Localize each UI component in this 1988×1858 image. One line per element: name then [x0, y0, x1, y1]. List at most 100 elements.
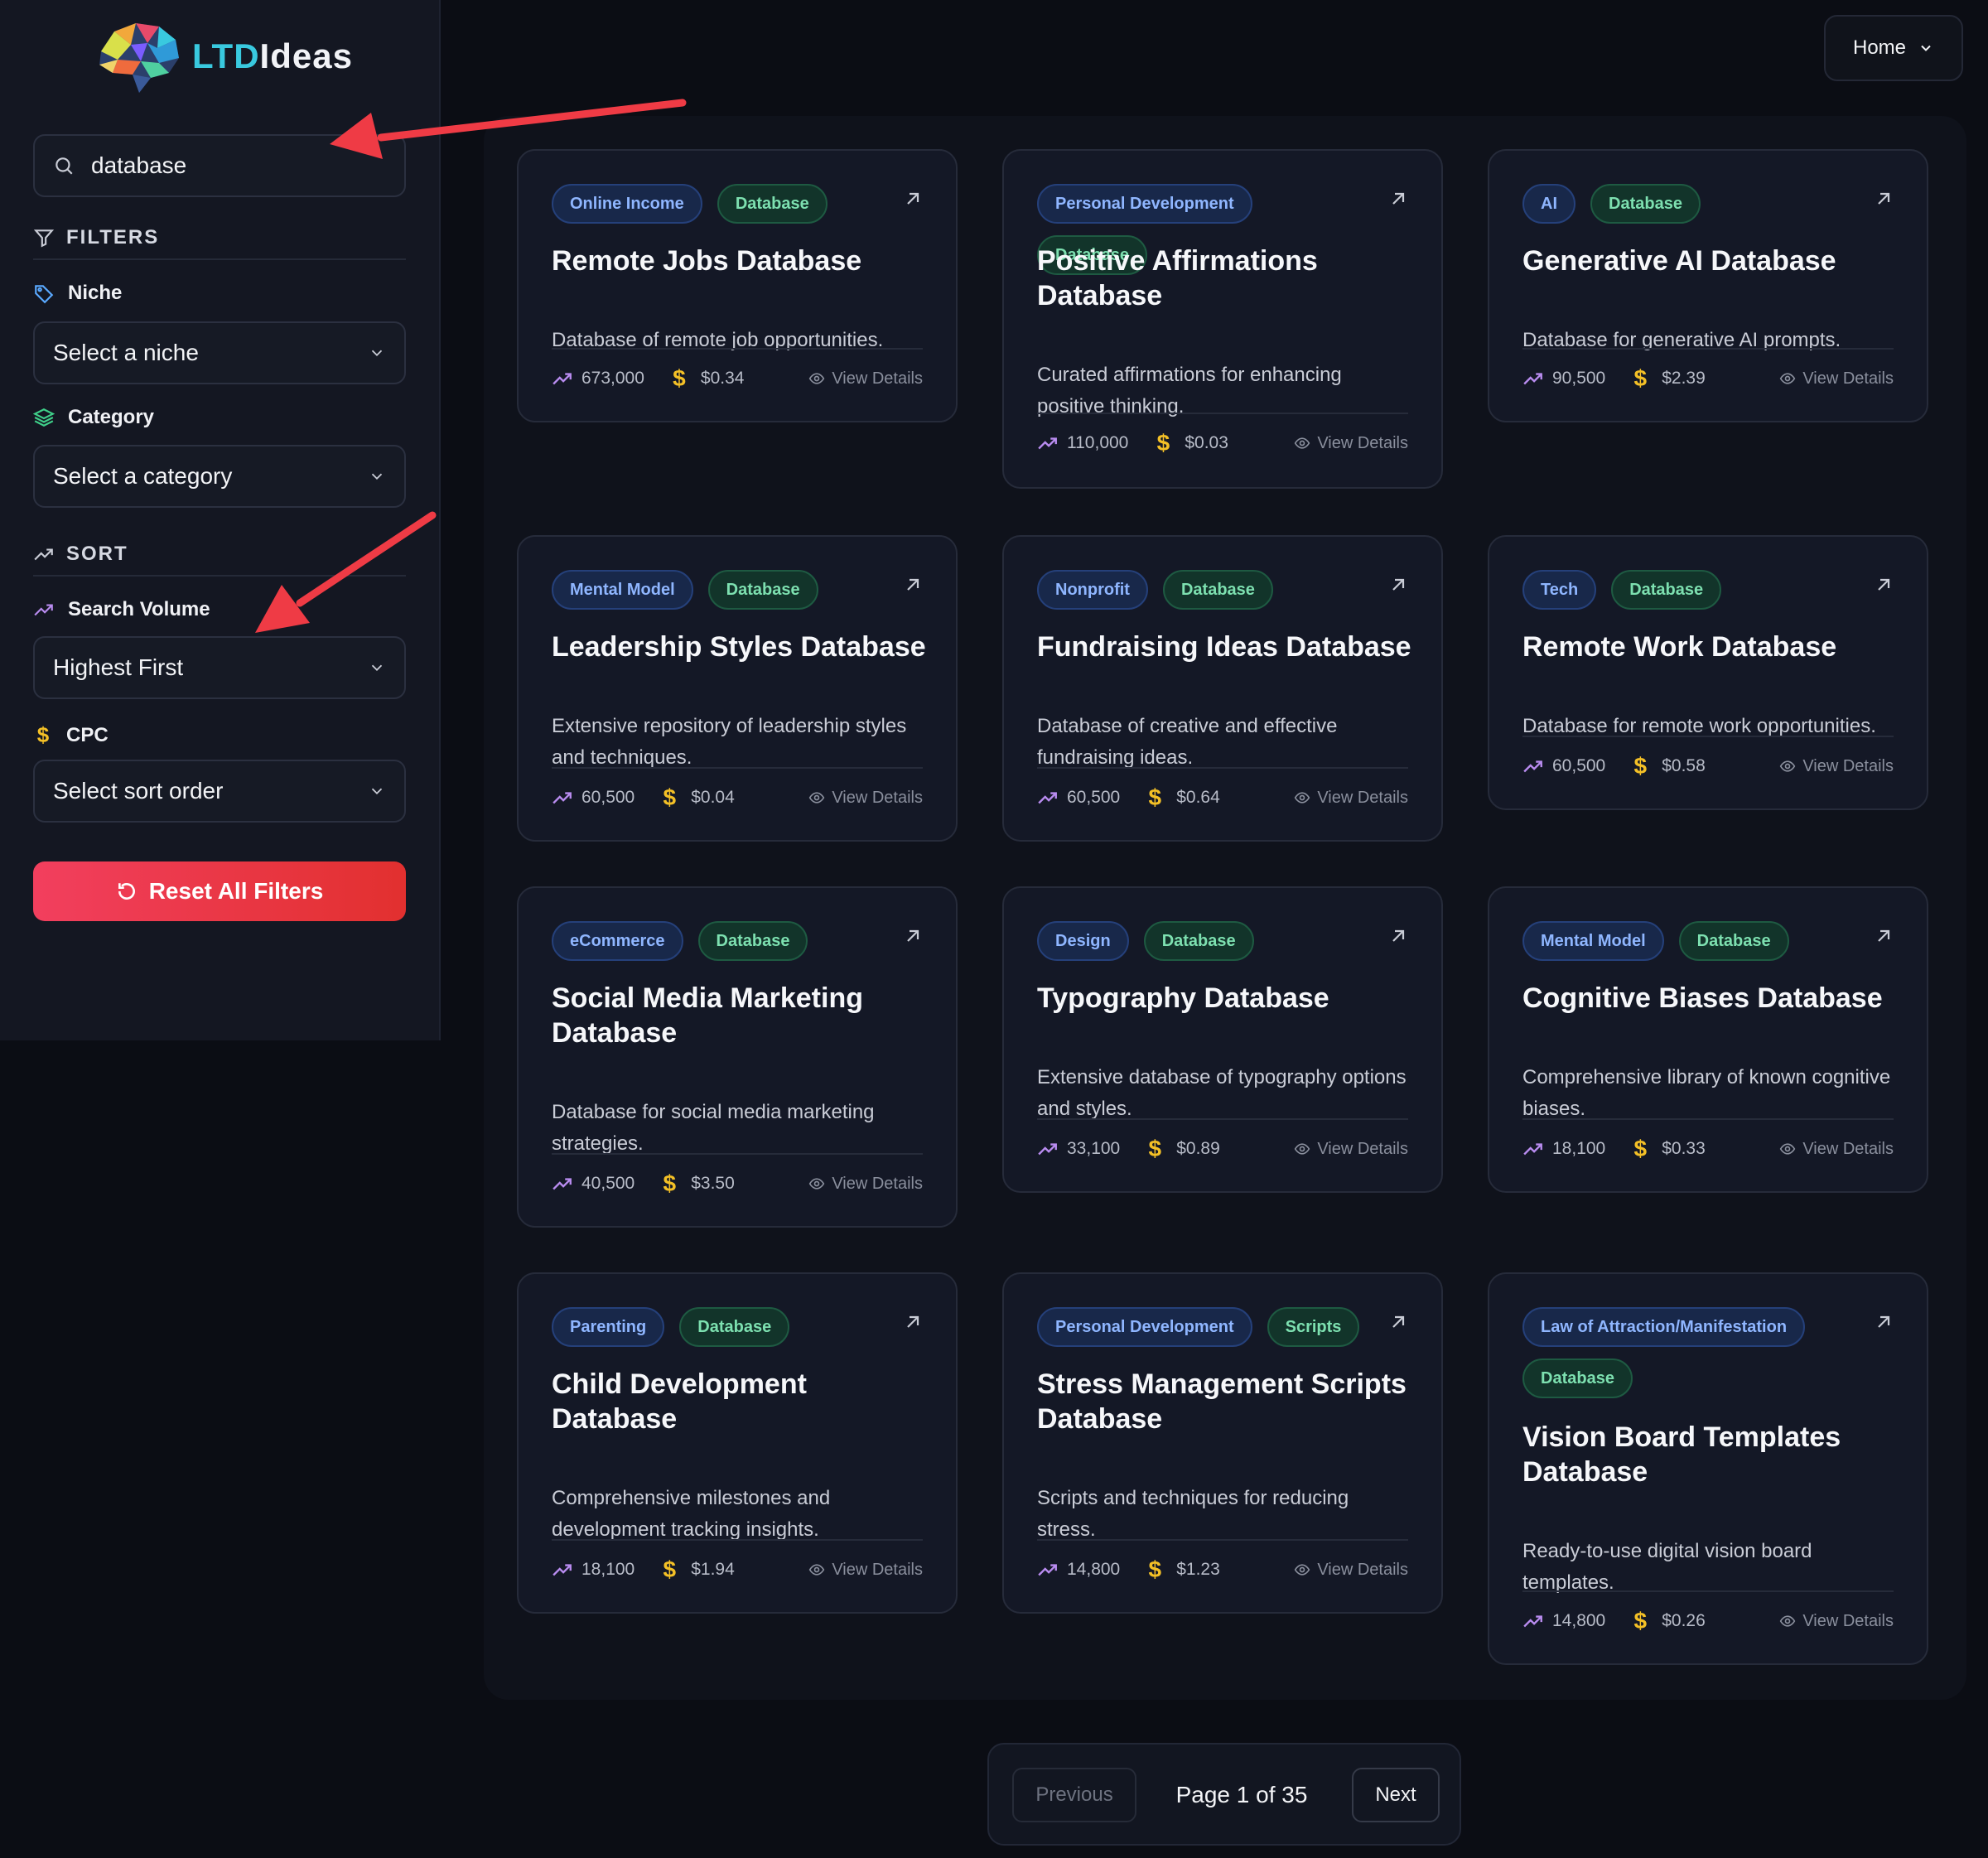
search-box[interactable] — [33, 134, 406, 197]
category-select[interactable]: Select a category — [33, 445, 406, 508]
idea-card[interactable]: Online Income Database Remote Jobs Databa… — [517, 149, 958, 422]
card-title[interactable]: Vision Board Templates Database — [1522, 1420, 1897, 1489]
view-details-link[interactable]: View Details — [1294, 1140, 1408, 1159]
card-title[interactable]: Stress Management Scripts Database — [1037, 1367, 1411, 1436]
cpc: $ $0.33 — [1630, 1136, 1705, 1162]
search-input[interactable] — [91, 152, 389, 179]
card-title[interactable]: Typography Database — [1037, 981, 1411, 1016]
idea-card[interactable]: Mental Model Database Cognitive Biases Da… — [1488, 886, 1928, 1193]
view-details-link[interactable]: View Details — [808, 1561, 923, 1580]
niche-tag[interactable]: AI — [1522, 184, 1575, 224]
niche-tag[interactable]: Parenting — [552, 1307, 665, 1347]
cpc: $ $0.26 — [1630, 1608, 1705, 1634]
card-title[interactable]: Cognitive Biases Database — [1522, 981, 1897, 1016]
view-details-link[interactable]: View Details — [1294, 434, 1408, 453]
view-details-link[interactable]: View Details — [1294, 789, 1408, 808]
layers-icon — [33, 408, 55, 427]
niche-tag[interactable]: Personal Development — [1037, 1307, 1252, 1347]
view-details-link[interactable]: View Details — [1294, 1561, 1408, 1580]
chevron-down-icon — [371, 664, 383, 672]
eye-icon — [1295, 437, 1310, 449]
category-tag[interactable]: Database — [1162, 570, 1273, 610]
idea-card[interactable]: Parenting Database Child Development Data… — [517, 1272, 958, 1614]
niche-tag[interactable]: Nonprofit — [1037, 570, 1148, 610]
cpc-value: $0.34 — [700, 369, 745, 388]
idea-card[interactable]: Personal Development Scripts Stress Manag… — [1002, 1272, 1443, 1614]
arrow-up-right-icon[interactable] — [903, 1312, 923, 1332]
category-tag[interactable]: Database — [1678, 921, 1789, 961]
logo[interactable]: LTDIdeas — [89, 15, 353, 98]
arrow-up-right-icon[interactable] — [1388, 189, 1408, 209]
category-tag[interactable]: Database — [717, 184, 828, 224]
category-tag[interactable]: Database — [1522, 1359, 1633, 1398]
category-tag[interactable]: Scripts — [1267, 1307, 1360, 1347]
idea-card[interactable]: Law of Attraction/Manifestation Database … — [1488, 1272, 1928, 1665]
niche-tag[interactable]: Tech — [1522, 570, 1597, 610]
niche-tag[interactable]: Mental Model — [552, 570, 693, 610]
idea-card[interactable]: AI Database Generative AI Database Databa… — [1488, 149, 1928, 422]
niche-tag[interactable]: eCommerce — [552, 921, 683, 961]
idea-card[interactable]: Nonprofit Database Fundraising Ideas Data… — [1002, 535, 1443, 842]
idea-card[interactable]: Tech Database Remote Work Database Databa… — [1488, 535, 1928, 810]
arrow-up-right-icon[interactable] — [1388, 1312, 1408, 1332]
category-tag[interactable]: Database — [697, 921, 808, 961]
view-details-link[interactable]: View Details — [1779, 757, 1894, 776]
next-page-button[interactable]: Next — [1352, 1768, 1440, 1822]
card-footer: 60,500 $ $0.64 View Details — [1037, 767, 1408, 827]
card-title[interactable]: Remote Jobs Database — [552, 244, 926, 278]
arrow-up-right-icon[interactable] — [903, 189, 923, 209]
cpc: $ $0.89 — [1145, 1136, 1219, 1162]
idea-card[interactable]: Mental Model Database Leadership Styles D… — [517, 535, 958, 842]
niche-tag[interactable]: Online Income — [552, 184, 702, 224]
dollar-icon: $ — [663, 784, 677, 810]
arrow-up-right-icon[interactable] — [903, 926, 923, 946]
eye-icon — [809, 1178, 825, 1190]
niche-tag[interactable]: Mental Model — [1522, 921, 1664, 961]
view-details-link[interactable]: View Details — [1779, 1140, 1894, 1159]
eye-icon — [1295, 1564, 1310, 1576]
search-volume-select[interactable]: Highest First — [33, 636, 406, 699]
idea-card[interactable]: Design Database Typography Database Exten… — [1002, 886, 1443, 1193]
card-title[interactable]: Social Media Marketing Database — [552, 981, 926, 1050]
card-footer: 18,100 $ $1.94 View Details — [552, 1539, 923, 1599]
previous-page-button[interactable]: Previous — [1012, 1768, 1136, 1822]
view-details-link[interactable]: View Details — [808, 369, 923, 388]
dollar-icon: $ — [36, 722, 50, 747]
arrow-up-right-icon[interactable] — [903, 575, 923, 595]
category-tag[interactable]: Database — [707, 570, 818, 610]
card-title[interactable]: Positive Affirmations Database — [1037, 244, 1411, 313]
cpc-select[interactable]: Select sort order — [33, 760, 406, 823]
arrow-up-right-icon[interactable] — [1874, 575, 1894, 595]
card-title[interactable]: Fundraising Ideas Database — [1037, 630, 1411, 664]
niche-tag[interactable]: Law of Attraction/Manifestation — [1522, 1307, 1806, 1347]
category-tag[interactable]: Database — [679, 1307, 790, 1347]
arrow-up-right-icon[interactable] — [1388, 926, 1408, 946]
niche-tag[interactable]: Design — [1037, 921, 1129, 961]
view-details-link[interactable]: View Details — [1779, 1612, 1894, 1631]
view-details-link[interactable]: View Details — [808, 789, 923, 808]
category-tag[interactable]: Database — [1611, 570, 1722, 610]
idea-card[interactable]: Personal Development Database Positive Af… — [1002, 149, 1443, 489]
idea-card[interactable]: eCommerce Database Social Media Marketing… — [517, 886, 958, 1228]
arrow-up-right-icon[interactable] — [1874, 189, 1894, 209]
arrow-up-right-icon[interactable] — [1874, 926, 1894, 946]
category-tag[interactable]: Database — [1590, 184, 1701, 224]
dollar-icon: $ — [673, 365, 686, 391]
card-title[interactable]: Child Development Database — [552, 1367, 926, 1436]
home-nav-button[interactable]: Home — [1824, 15, 1963, 81]
view-details-link[interactable]: View Details — [808, 1175, 923, 1194]
card-title[interactable]: Leadership Styles Database — [552, 630, 926, 664]
card-title[interactable]: Remote Work Database — [1522, 630, 1897, 664]
niche-tag[interactable]: Personal Development — [1037, 184, 1252, 224]
arrow-up-right-icon[interactable] — [1874, 1312, 1894, 1332]
category-tag[interactable]: Database — [1143, 921, 1254, 961]
card-title[interactable]: Generative AI Database — [1522, 244, 1897, 278]
search-volume: 14,800 — [1037, 1559, 1120, 1581]
trending-up-icon — [1523, 760, 1542, 773]
card-description: Database for social media marketing stra… — [552, 1101, 875, 1155]
arrow-up-right-icon[interactable] — [1388, 575, 1408, 595]
reset-filters-button[interactable]: Reset All Filters — [33, 861, 406, 921]
chevron-down-icon — [371, 473, 383, 480]
niche-select[interactable]: Select a niche — [33, 321, 406, 384]
view-details-link[interactable]: View Details — [1779, 369, 1894, 388]
